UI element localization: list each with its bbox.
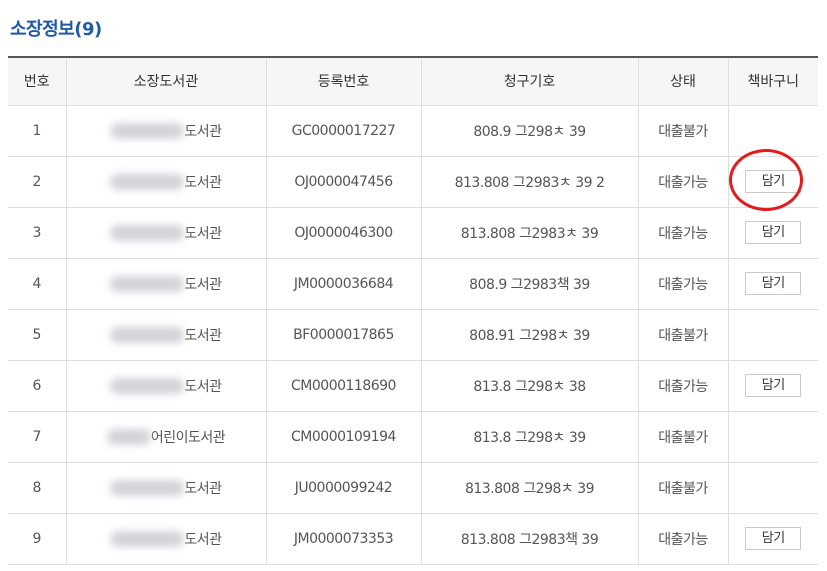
row-library: 도서관 [66,309,267,361]
row-registration-number: JM0000036684 [266,258,422,310]
row-status: 대출가능 [638,207,729,259]
row-number: 5 [8,309,67,361]
row-library: 도서관 [66,156,267,208]
row-number: 1 [8,105,67,157]
row-cart [728,105,818,157]
redacted-library-name [110,530,185,547]
row-call-number: 813.808 그2983ㅊ 39 [421,207,639,259]
library-name-suffix: 어린이도서관 [150,429,226,446]
row-library: 도서관 [66,513,267,565]
row-call-number: 813.808 그2983책 39 [421,513,639,565]
table-row: 4 도서관 JM0000036684 808.9 그2983책 39 대출가능 담기 [8,258,818,310]
library-name-suffix: 도서관 [184,327,222,344]
row-number: 4 [8,258,67,310]
add-to-cart-button[interactable]: 담기 [745,527,802,550]
row-registration-number: GC0000017227 [266,105,422,157]
row-registration-number: CM0000118690 [266,360,422,412]
row-number: 8 [8,462,67,514]
row-number: 6 [8,360,67,412]
add-to-cart-button[interactable]: 담기 [745,374,802,397]
row-status: 대출가능 [638,360,729,412]
table-row: 8 도서관 JU0000099242 813.808 그298ㅊ 39 대출불가 [8,462,818,514]
redacted-library-name [110,224,185,241]
redacted-library-name [110,173,185,190]
header-library: 소장도서관 [66,56,267,106]
library-name-suffix: 도서관 [184,531,222,548]
row-number: 3 [8,207,67,259]
row-cart [728,411,818,463]
library-name-suffix: 도서관 [184,276,222,293]
row-cart: 담기 [728,156,818,208]
header-call-number: 청구기호 [421,56,639,106]
row-library: 도서관 [66,258,267,310]
library-name-suffix: 도서관 [184,123,222,140]
row-registration-number: JM0000073353 [266,513,422,565]
row-cart [728,309,818,361]
row-status: 대출불가 [638,105,729,157]
row-status: 대출불가 [638,309,729,361]
table-row: 1 도서관 GC0000017227 808.9 그298ㅊ 39 대출불가 [8,105,818,157]
row-number: 7 [8,411,67,463]
row-call-number: 813.8 그298ㅊ 38 [421,360,639,412]
row-call-number: 813.808 그298ㅊ 39 [421,462,639,514]
row-status: 대출가능 [638,156,729,208]
row-number: 2 [8,156,67,208]
row-call-number: 808.9 그298ㅊ 39 [421,105,639,157]
row-library: 도서관 [66,360,267,412]
table-row: 7 어린이도서관 CM0000109194 813.8 그298ㅊ 39 대출불가 [8,411,818,463]
row-cart: 담기 [728,360,818,412]
redacted-library-name [110,275,185,292]
row-status: 대출가능 [638,258,729,310]
table-row: 6 도서관 CM0000118690 813.8 그298ㅊ 38 대출가능 담기 [8,360,818,412]
header-cart: 책바구니 [728,56,818,106]
library-name-suffix: 도서관 [184,225,222,242]
holdings-table: 번호 소장도서관 등록번호 청구기호 상태 책바구니 1 도서관 GC0000017… [8,56,818,565]
row-cart [728,462,818,514]
row-registration-number: BF0000017865 [266,309,422,361]
row-registration-number: CM0000109194 [266,411,422,463]
library-name-suffix: 도서관 [184,480,222,497]
row-library: 어린이도서관 [66,411,267,463]
add-to-cart-button[interactable]: 담기 [745,221,802,244]
row-library: 도서관 [66,207,267,259]
library-name-suffix: 도서관 [184,174,222,191]
table-header-row: 번호 소장도서관 등록번호 청구기호 상태 책바구니 [8,56,818,106]
row-library: 도서관 [66,105,267,157]
add-to-cart-button[interactable]: 담기 [745,170,802,193]
table-row: 9 도서관 JM0000073353 813.808 그2983책 39 대출가능 담기 [8,513,818,565]
header-number: 번호 [8,56,67,106]
row-number: 9 [8,513,67,565]
redacted-library-name [110,122,185,139]
add-to-cart-button[interactable]: 담기 [745,272,802,295]
redacted-library-name [106,428,151,445]
row-library: 도서관 [66,462,267,514]
row-cart: 담기 [728,513,818,565]
section-title: 소장정보(9) [10,19,102,40]
row-cart: 담기 [728,258,818,310]
row-registration-number: OJ0000046300 [266,207,422,259]
header-registration-number: 등록번호 [266,56,422,106]
row-call-number: 808.91 그298ㅊ 39 [421,309,639,361]
header-status: 상태 [638,56,729,106]
row-status: 대출불가 [638,411,729,463]
table-row: 3 도서관 OJ0000046300 813.808 그2983ㅊ 39 대출가능 담기 [8,207,818,259]
row-status: 대출불가 [638,462,729,514]
redacted-library-name [110,479,185,496]
row-registration-number: OJ0000047456 [266,156,422,208]
table-row: 2 도서관 OJ0000047456 813.808 그2983ㅊ 39 2 대출가능 담… [8,156,818,208]
row-registration-number: JU0000099242 [266,462,422,514]
row-call-number: 813.808 그2983ㅊ 39 2 [421,156,639,208]
library-name-suffix: 도서관 [184,378,222,395]
row-status: 대출가능 [638,513,729,565]
row-call-number: 808.9 그2983책 39 [421,258,639,310]
redacted-library-name [110,377,185,394]
row-call-number: 813.8 그298ㅊ 39 [421,411,639,463]
row-cart: 담기 [728,207,818,259]
redacted-library-name [110,326,185,343]
table-row: 5 도서관 BF0000017865 808.91 그298ㅊ 39 대출불가 [8,309,818,361]
